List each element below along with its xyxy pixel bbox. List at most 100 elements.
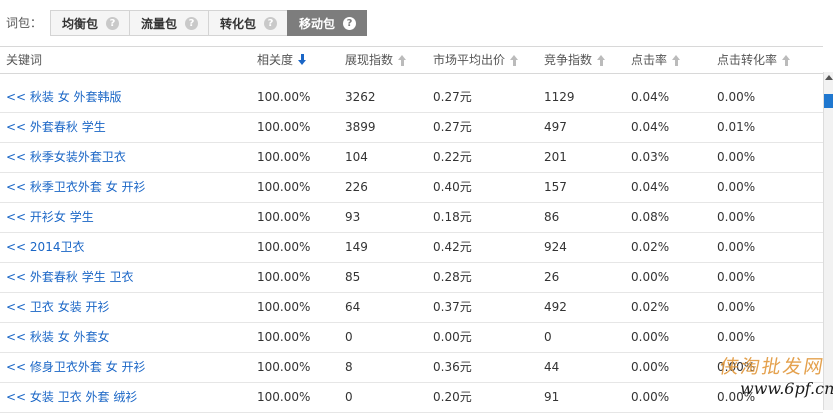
column-label: 相关度 <box>257 53 294 67</box>
column-label: 关键词 <box>6 53 43 67</box>
sort-descending-icon[interactable] <box>298 54 307 65</box>
competition-cell: 157 <box>544 180 567 194</box>
keyword-link[interactable]: << 2014卫衣 <box>0 233 257 262</box>
competition-cell: 86 <box>544 210 560 224</box>
relevance-cell: 100.00% <box>257 120 311 134</box>
competition-cell: 201 <box>544 150 567 164</box>
sort-arrow-icon[interactable] <box>782 55 791 66</box>
keyword-link[interactable]: << 女装 卫衣 外套 绒衫 <box>0 383 257 412</box>
competition-cell: 924 <box>544 240 567 254</box>
cvr-cell: 0.00% <box>717 240 756 254</box>
sort-arrow-icon[interactable] <box>510 55 519 66</box>
ctr-cell: 0.00% <box>631 270 670 284</box>
sort-arrow-icon[interactable] <box>398 55 407 66</box>
ctr-cell: 0.00% <box>631 330 670 344</box>
impressions-cell: 0 <box>345 390 353 404</box>
column-header-ctr[interactable]: 点击率 <box>631 47 717 73</box>
help-icon[interactable]: ? <box>343 16 357 30</box>
keyword-link[interactable]: << 卫衣 女装 开衫 <box>0 293 257 322</box>
cvr-cell: 0.00% <box>717 90 756 104</box>
impressions-cell: 3899 <box>345 120 376 134</box>
impressions-cell: 149 <box>345 240 368 254</box>
tab-conversion-package[interactable]: 转化包 ? <box>208 10 289 36</box>
competition-cell: 497 <box>544 120 567 134</box>
competition-cell: 91 <box>544 390 560 404</box>
impressions-cell: 226 <box>345 180 368 194</box>
impressions-cell: 93 <box>345 210 361 224</box>
keyword-link[interactable]: << 外套春秋 学生 <box>0 113 257 142</box>
column-label: 竞争指数 <box>544 53 593 67</box>
column-header-impressions[interactable]: 展现指数 <box>345 47 433 73</box>
competition-cell: 44 <box>544 360 560 374</box>
column-label: 点击率 <box>631 53 668 67</box>
competition-cell: 1129 <box>544 90 575 104</box>
watermark: 侠淘批发网 www.6pf.cn <box>718 352 833 410</box>
avg-bid-cell: 0.27元 <box>433 120 472 134</box>
sort-arrow-icon[interactable] <box>597 55 606 66</box>
avg-bid-cell: 0.28元 <box>433 270 472 284</box>
table-row: << 女装 卫衣 外套 绒衫 100.00% 0 0.20元 91 0.00% … <box>0 383 823 413</box>
competition-cell: 492 <box>544 300 567 314</box>
cvr-cell: 0.00% <box>717 180 756 194</box>
cvr-cell: 0.00% <box>717 300 756 314</box>
watermark-text: 侠淘批发网 <box>717 356 827 378</box>
ctr-cell: 0.04% <box>631 90 670 104</box>
column-header-cvr[interactable]: 点击转化率 <box>717 47 823 73</box>
avg-bid-cell: 0.00元 <box>433 330 472 344</box>
table-header: 关键词 相关度 展现指数 市场平均出价 竞争指数 点击率 点击转化率 <box>0 46 823 74</box>
help-icon[interactable]: ? <box>106 16 120 30</box>
impressions-cell: 3262 <box>345 90 376 104</box>
scrollbar-thumb[interactable] <box>824 94 833 108</box>
help-icon[interactable]: ? <box>264 16 278 30</box>
relevance-cell: 100.00% <box>257 390 311 404</box>
table-row: << 秋季女装外套卫衣 100.00% 104 0.22元 201 0.03% … <box>0 143 823 173</box>
tab-balanced-package[interactable]: 均衡包 ? <box>50 10 131 36</box>
ctr-cell: 0.02% <box>631 300 670 314</box>
keyword-link[interactable]: << 修身卫衣外套 女 开衫 <box>0 353 257 382</box>
watermark-url: www.6pf.cn <box>740 379 833 398</box>
column-label: 点击转化率 <box>717 53 778 67</box>
avg-bid-cell: 0.42元 <box>433 240 472 254</box>
keyword-link[interactable]: << 秋装 女 外套女 <box>0 323 257 352</box>
relevance-cell: 100.00% <box>257 240 311 254</box>
avg-bid-cell: 0.36元 <box>433 360 472 374</box>
scroll-up-icon[interactable] <box>825 75 833 80</box>
sort-arrow-icon[interactable] <box>672 55 681 66</box>
column-header-avg-bid[interactable]: 市场平均出价 <box>433 47 544 73</box>
cvr-cell: 0.00% <box>717 210 756 224</box>
avg-bid-cell: 0.40元 <box>433 180 472 194</box>
cvr-cell: 0.00% <box>717 330 756 344</box>
column-label: 展现指数 <box>345 53 394 67</box>
ctr-cell: 0.02% <box>631 240 670 254</box>
column-header-relevance[interactable]: 相关度 <box>257 47 345 73</box>
relevance-cell: 100.00% <box>257 150 311 164</box>
tab-traffic-package[interactable]: 流量包 ? <box>129 10 210 36</box>
keyword-table: 关键词 相关度 展现指数 市场平均出价 竞争指数 点击率 点击转化率 << 秋装… <box>0 46 823 413</box>
table-row: << 外套春秋 学生 100.00% 3899 0.27元 497 0.04% … <box>0 113 823 143</box>
ctr-cell: 0.00% <box>631 390 670 404</box>
table-row: << 秋季卫衣外套 女 开衫 100.00% 226 0.40元 157 0.0… <box>0 173 823 203</box>
avg-bid-cell: 0.22元 <box>433 150 472 164</box>
relevance-cell: 100.00% <box>257 90 311 104</box>
keyword-link[interactable]: << 秋季卫衣外套 女 开衫 <box>0 173 257 202</box>
word-package-tabs: 均衡包 ? 流量包 ? 转化包 ? 移动包 ? <box>50 10 368 36</box>
avg-bid-cell: 0.18元 <box>433 210 472 224</box>
ctr-cell: 0.04% <box>631 120 670 134</box>
impressions-cell: 0 <box>345 330 353 344</box>
relevance-cell: 100.00% <box>257 180 311 194</box>
table-row: << 卫衣 女装 开衫 100.00% 64 0.37元 492 0.02% 0… <box>0 293 823 323</box>
keyword-link[interactable]: << 外套春秋 学生 卫衣 <box>0 263 257 292</box>
tab-mobile-package[interactable]: 移动包 ? <box>287 10 368 36</box>
keyword-link[interactable]: << 开衫女 学生 <box>0 203 257 232</box>
avg-bid-cell: 0.37元 <box>433 300 472 314</box>
table-row: << 开衫女 学生 100.00% 93 0.18元 86 0.08% 0.00… <box>0 203 823 233</box>
relevance-cell: 100.00% <box>257 300 311 314</box>
keyword-link[interactable]: << 秋季女装外套卫衣 <box>0 143 257 172</box>
column-header-competition[interactable]: 竞争指数 <box>544 47 631 73</box>
relevance-cell: 100.00% <box>257 330 311 344</box>
table-row: << 秋装 女 外套女 100.00% 0 0.00元 0 0.00% 0.00… <box>0 323 823 353</box>
cvr-cell: 0.00% <box>717 150 756 164</box>
help-icon[interactable]: ? <box>185 16 199 30</box>
keyword-link[interactable]: << 秋装 女 外套韩版 <box>0 83 257 112</box>
avg-bid-cell: 0.20元 <box>433 390 472 404</box>
